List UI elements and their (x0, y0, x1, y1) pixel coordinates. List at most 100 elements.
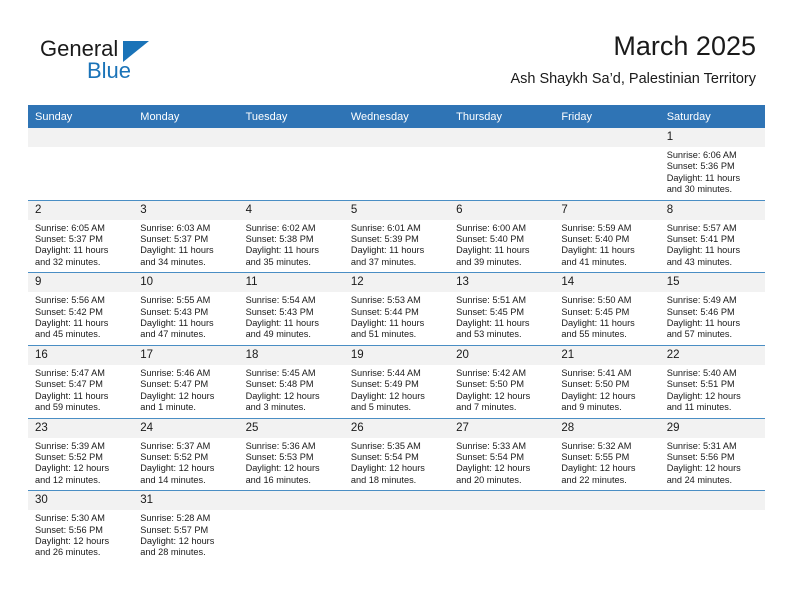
day-details: Sunrise: 5:40 AM Sunset: 5:51 PM Daylight:… (660, 365, 765, 418)
day-sunset-text: Sunset: 5:40 PM (561, 234, 630, 245)
calendar-day-cell[interactable]: 29 Sunrise: 5:31 AM Sunset: 5:56 PM Dayligh… (659, 418, 765, 492)
calendar-cell-empty (449, 491, 555, 563)
day-sunrise-text: Sunrise: 5:51 AM (456, 295, 527, 306)
day-number: 26 (343, 418, 450, 438)
day-sunrise-text: Sunrise: 5:39 AM (35, 440, 105, 451)
day-number (343, 491, 450, 511)
calendar-day-cell[interactable]: 24 Sunrise: 5:37 AM Sunset: 5:52 PM Dayligh… (133, 418, 239, 492)
day-sunrise-text: Sunrise: 6:01 AM (350, 222, 421, 233)
day-sunset-text: Sunset: 5:56 PM (666, 451, 735, 462)
day-daylight-1-text: Daylight: 11 hours (140, 245, 214, 256)
calendar-body: 1 Sunrise: 6:06 AM Sunset: 5:36 PM Daylight… (28, 128, 765, 563)
calendar-day-cell[interactable]: 7 Sunrise: 5:59 AM Sunset: 5:40 PM Daylight… (554, 200, 660, 274)
day-number: 23 (28, 418, 134, 438)
weekday-header-tuesday: Tuesday (238, 105, 344, 128)
day-daylight-2-text: and 55 minutes. (561, 329, 627, 340)
calendar-day-cell[interactable]: 19 Sunrise: 5:44 AM Sunset: 5:49 PM Dayligh… (343, 345, 450, 419)
day-number: 9 (28, 273, 134, 293)
calendar-day-cell[interactable]: 16 Sunrise: 5:47 AM Sunset: 5:47 PM Dayligh… (28, 345, 134, 419)
calendar-day-cell[interactable]: 9 Sunrise: 5:56 AM Sunset: 5:42 PM Daylight… (28, 272, 134, 346)
day-details: Sunrise: 6:06 AM Sunset: 5:36 PM Daylight:… (660, 147, 765, 200)
calendar-day-cell[interactable]: 10 Sunrise: 5:55 AM Sunset: 5:43 PM Dayligh… (133, 272, 239, 346)
calendar-day-cell[interactable]: 6 Sunrise: 6:00 AM Sunset: 5:40 PM Daylight… (449, 200, 555, 274)
day-sunrise-text: Sunrise: 5:56 AM (35, 295, 105, 306)
day-sunrise-text: Sunrise: 5:49 AM (666, 295, 737, 306)
day-daylight-1-text: Daylight: 11 hours (666, 318, 741, 329)
calendar-day-cell[interactable]: 12 Sunrise: 5:53 AM Sunset: 5:44 PM Dayligh… (343, 272, 450, 346)
calendar-day-cell[interactable]: 26 Sunrise: 5:35 AM Sunset: 5:54 PM Dayligh… (343, 418, 450, 492)
day-daylight-2-text: and 14 minutes. (140, 474, 206, 485)
day-number: 5 (343, 200, 450, 220)
day-daylight-1-text: Daylight: 12 hours (666, 390, 741, 401)
day-daylight-1-text: Daylight: 12 hours (140, 390, 215, 401)
weekday-header-sunday: Sunday (28, 105, 134, 128)
day-daylight-2-text: and 57 minutes. (666, 329, 733, 340)
calendar-day-cell[interactable]: 15 Sunrise: 5:49 AM Sunset: 5:46 PM Dayligh… (659, 272, 765, 346)
day-daylight-2-text: and 49 minutes. (245, 329, 311, 340)
day-number: 24 (133, 418, 239, 438)
general-blue-logo[interactable]: General Blue (40, 36, 220, 92)
day-number: 19 (343, 345, 450, 365)
day-daylight-1-text: Daylight: 12 hours (561, 390, 636, 401)
calendar-week-row: 2 Sunrise: 6:05 AM Sunset: 5:37 PM Daylight… (28, 200, 765, 274)
day-sunrise-text: Sunrise: 5:32 AM (561, 440, 632, 451)
day-sunset-text: Sunset: 5:46 PM (666, 306, 735, 317)
calendar-day-cell[interactable]: 14 Sunrise: 5:50 AM Sunset: 5:45 PM Dayligh… (554, 272, 660, 346)
calendar-cell-empty (238, 491, 344, 563)
calendar-day-cell[interactable]: 27 Sunrise: 5:33 AM Sunset: 5:54 PM Dayligh… (449, 418, 555, 492)
day-sunrise-text: Sunrise: 5:33 AM (456, 440, 527, 451)
day-daylight-1-text: Daylight: 12 hours (350, 390, 425, 401)
day-daylight-2-text: and 1 minute. (140, 402, 196, 413)
day-sunset-text: Sunset: 5:37 PM (140, 234, 209, 245)
calendar-day-cell[interactable]: 3 Sunrise: 6:03 AM Sunset: 5:37 PM Daylight… (133, 200, 239, 274)
day-daylight-2-text: and 22 minutes. (561, 474, 627, 485)
day-number: 20 (449, 345, 555, 365)
day-daylight-2-text: and 16 minutes. (245, 474, 311, 485)
day-sunset-text: Sunset: 5:37 PM (35, 234, 103, 245)
day-daylight-2-text: and 20 minutes. (456, 474, 522, 485)
day-sunrise-text: Sunrise: 5:50 AM (561, 295, 632, 306)
day-details: Sunrise: 5:36 AM Sunset: 5:53 PM Daylight:… (239, 438, 344, 491)
day-sunset-text: Sunset: 5:51 PM (666, 379, 735, 390)
calendar-day-cell[interactable]: 25 Sunrise: 5:36 AM Sunset: 5:53 PM Dayligh… (238, 418, 344, 492)
day-daylight-1-text: Daylight: 11 hours (245, 318, 319, 329)
day-sunset-text: Sunset: 5:36 PM (666, 161, 735, 172)
calendar-header-row: Sunday Monday Tuesday Wednesday Thursday… (28, 105, 765, 128)
calendar-day-cell[interactable]: 1 Sunrise: 6:06 AM Sunset: 5:36 PM Daylight… (659, 128, 765, 201)
calendar-day-cell[interactable]: 5 Sunrise: 6:01 AM Sunset: 5:39 PM Daylight… (343, 200, 450, 274)
page-header: General Blue March 2025 Ash Shaykh Sa’d,… (0, 0, 792, 100)
day-daylight-1-text: Daylight: 11 hours (35, 318, 109, 329)
day-details: Sunrise: 5:44 AM Sunset: 5:49 PM Daylight:… (344, 365, 449, 418)
calendar-day-cell[interactable]: 23 Sunrise: 5:39 AM Sunset: 5:52 PM Dayligh… (28, 418, 134, 492)
calendar-day-cell[interactable]: 2 Sunrise: 6:05 AM Sunset: 5:37 PM Daylight… (28, 200, 134, 274)
day-details: Sunrise: 6:03 AM Sunset: 5:37 PM Daylight:… (133, 220, 238, 273)
day-number: 2 (28, 200, 134, 220)
day-daylight-2-text: and 41 minutes. (561, 256, 627, 267)
calendar-day-cell[interactable]: 4 Sunrise: 6:02 AM Sunset: 5:38 PM Daylight… (238, 200, 344, 274)
calendar-day-cell[interactable]: 31 Sunrise: 5:28 AM Sunset: 5:57 PM Dayligh… (133, 491, 239, 563)
calendar-day-cell[interactable]: 13 Sunrise: 5:51 AM Sunset: 5:45 PM Dayligh… (449, 272, 555, 346)
calendar-day-cell[interactable]: 18 Sunrise: 5:45 AM Sunset: 5:48 PM Dayligh… (238, 345, 344, 419)
day-number (343, 128, 450, 147)
day-sunrise-text: Sunrise: 5:31 AM (666, 440, 737, 451)
day-number: 3 (133, 200, 239, 220)
calendar-day-cell[interactable]: 20 Sunrise: 5:42 AM Sunset: 5:50 PM Dayligh… (449, 345, 555, 419)
day-sunset-text: Sunset: 5:50 PM (456, 379, 525, 390)
day-daylight-2-text: and 37 minutes. (350, 256, 417, 267)
day-daylight-2-text: and 51 minutes. (350, 329, 417, 340)
day-daylight-2-text: and 9 minutes. (561, 402, 622, 413)
calendar-day-cell[interactable]: 11 Sunrise: 5:54 AM Sunset: 5:43 PM Dayligh… (238, 272, 344, 346)
day-daylight-2-text: and 45 minutes. (35, 329, 101, 340)
day-daylight-1-text: Daylight: 12 hours (140, 535, 215, 546)
calendar-day-cell[interactable]: 21 Sunrise: 5:41 AM Sunset: 5:50 PM Dayligh… (554, 345, 660, 419)
day-sunset-text: Sunset: 5:40 PM (456, 234, 525, 245)
logo-text-blue: Blue (87, 58, 132, 83)
day-details: Sunrise: 5:30 AM Sunset: 5:56 PM Daylight:… (28, 510, 133, 563)
day-number: 22 (659, 345, 765, 365)
day-daylight-2-text: and 39 minutes. (456, 256, 522, 267)
calendar-day-cell[interactable]: 28 Sunrise: 5:32 AM Sunset: 5:55 PM Dayligh… (554, 418, 660, 492)
calendar-day-cell[interactable]: 8 Sunrise: 5:57 AM Sunset: 5:41 PM Daylight… (659, 200, 765, 274)
calendar-day-cell[interactable]: 22 Sunrise: 5:40 AM Sunset: 5:51 PM Dayligh… (659, 345, 765, 419)
calendar-day-cell[interactable]: 30 Sunrise: 5:30 AM Sunset: 5:56 PM Dayligh… (28, 491, 134, 563)
calendar-day-cell[interactable]: 17 Sunrise: 5:46 AM Sunset: 5:47 PM Dayligh… (133, 345, 239, 419)
